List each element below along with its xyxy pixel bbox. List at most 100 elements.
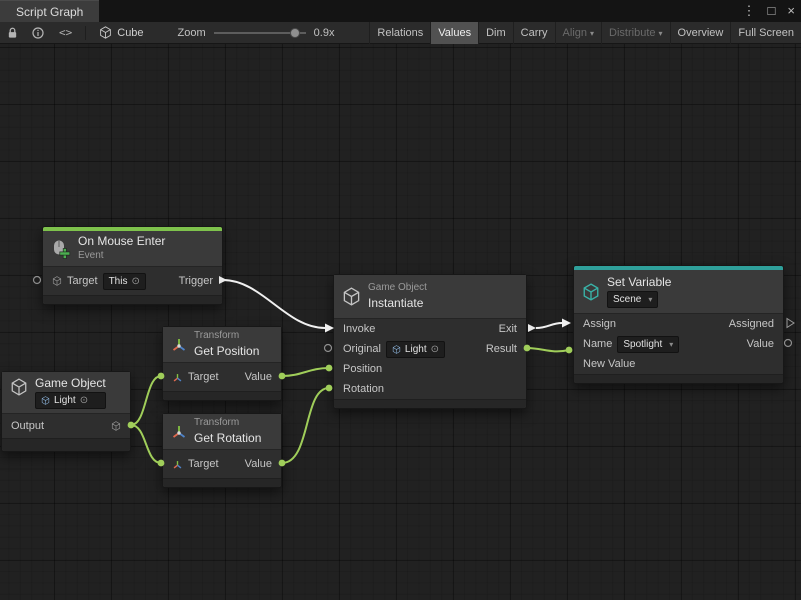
node-header: Transform Get Rotation (163, 414, 281, 450)
game-object-type-icon (392, 345, 401, 354)
node-header: Game Object Light ⊙ (2, 372, 130, 414)
zoom-slider[interactable] (214, 22, 306, 44)
window-controls: ⋮ □ × (743, 0, 795, 22)
target-port-label: Target (188, 371, 219, 383)
transform-type-icon (172, 372, 183, 383)
object-picker-icon[interactable]: ⊙ (131, 275, 139, 288)
target-port-label: Target (188, 458, 219, 470)
node-footer (2, 438, 130, 451)
chevron-down-icon: ▾ (590, 29, 594, 38)
node-category: Transform (194, 417, 261, 430)
node-set-variable[interactable]: Set Variable Scene ▾ Assign Assigned Nam… (573, 265, 784, 384)
node-title: Set Variable (607, 275, 671, 290)
chevron-down-icon: ▾ (648, 293, 652, 306)
port-row: Output (2, 414, 130, 438)
graph-canvas[interactable]: On Mouse Enter Event Target This ⊙ Trigg… (0, 44, 801, 600)
window-titlebar: Script Graph ⋮ □ × (0, 0, 801, 22)
node-footer (43, 295, 222, 304)
node-footer (163, 478, 281, 487)
node-get-position[interactable]: Transform Get Position Target Value (162, 326, 282, 401)
game-object-type-icon (111, 421, 121, 431)
object-value-field[interactable]: Light ⊙ (35, 392, 106, 409)
result-port-label: Result (486, 343, 517, 355)
maximize-icon[interactable]: □ (768, 0, 776, 22)
scope-dropdown[interactable]: Scene ▾ (607, 291, 658, 308)
distribute-label: Distribute (609, 27, 655, 39)
transform-type-icon (172, 459, 183, 470)
new-value-port-label: New Value (583, 358, 635, 370)
node-title: Instantiate (368, 296, 427, 311)
variable-icon (582, 283, 600, 301)
object-picker-icon[interactable]: ⊙ (80, 394, 88, 407)
node-title: Game Object (35, 376, 106, 391)
zoom-control: Zoom 0.9x (178, 22, 335, 44)
mouse-enter-icon (51, 239, 71, 259)
name-port-label: Name (583, 338, 612, 350)
zoom-label: Zoom (178, 27, 206, 39)
node-on-mouse-enter[interactable]: On Mouse Enter Event Target This ⊙ Trigg… (42, 226, 223, 305)
chevron-down-icon: ▾ (659, 29, 663, 38)
port-row: Name Spotlight ▾ Value (574, 334, 783, 354)
overview-button[interactable]: Overview (670, 22, 731, 44)
object-value: Light (54, 394, 76, 407)
port-row: Target This ⊙ Trigger (43, 267, 222, 295)
output-port-label: Output (11, 420, 44, 432)
lock-icon[interactable] (0, 22, 25, 44)
value-port-label: Value (747, 338, 774, 350)
dim-button[interactable]: Dim (478, 22, 513, 44)
node-category: Transform (194, 330, 259, 343)
node-instantiate[interactable]: Game Object Instantiate Invoke Exit Orig… (333, 274, 527, 409)
menu-icon[interactable]: ⋮ (743, 0, 756, 22)
node-footer (163, 391, 281, 400)
tab-title: Script Graph (16, 5, 83, 19)
values-button[interactable]: Values (430, 22, 478, 44)
node-subtitle: Event (78, 250, 165, 263)
tab-script-graph[interactable]: Script Graph (0, 0, 99, 22)
variable-name-dropdown[interactable]: Spotlight ▾ (617, 336, 679, 353)
transform-icon (171, 424, 187, 440)
port-row: Target Value (163, 450, 281, 478)
node-game-object-literal[interactable]: Game Object Light ⊙ Output (1, 371, 131, 452)
info-icon[interactable] (25, 22, 51, 44)
node-header: Transform Get Position (163, 327, 281, 363)
fullscreen-button[interactable]: Full Screen (730, 22, 801, 44)
close-icon[interactable]: × (787, 0, 795, 22)
zoom-slider-handle[interactable] (290, 28, 300, 38)
value-port-label: Value (245, 458, 272, 470)
cube-icon (99, 26, 112, 39)
target-port-label: Target (67, 275, 98, 287)
port-row: Original Light ⊙ Result (334, 339, 526, 359)
object-picker-icon[interactable]: ⊙ (431, 343, 439, 356)
target-value-field[interactable]: This ⊙ (103, 273, 146, 290)
original-value-field[interactable]: Light ⊙ (386, 341, 445, 358)
game-object-type-icon (41, 396, 50, 405)
scope-value: Scene (613, 293, 641, 306)
position-port-label: Position (343, 363, 382, 375)
node-title: Get Rotation (194, 431, 261, 446)
port-row: Position (334, 359, 526, 379)
code-view-icon[interactable]: <> (51, 26, 80, 39)
graph-name-label: Cube (117, 27, 143, 39)
rotation-port-label: Rotation (343, 383, 384, 395)
carry-button[interactable]: Carry (513, 22, 555, 44)
node-header: On Mouse Enter Event (43, 231, 222, 267)
align-button[interactable]: Align▾ (555, 22, 601, 44)
toolbar-buttons: Relations Values Dim Carry Align▾ Distri… (369, 22, 801, 44)
distribute-button[interactable]: Distribute ▾ (601, 22, 669, 44)
graph-name: Cube (91, 26, 151, 39)
cube-icon (10, 378, 28, 396)
exit-port-label: Exit (499, 323, 517, 335)
graph-toolbar: <> Cube Zoom 0.9x Relations Values Dim C… (0, 22, 801, 44)
chevron-down-icon: ▾ (669, 338, 673, 351)
zoom-value: 0.9x (314, 27, 335, 39)
invoke-port-label: Invoke (343, 323, 375, 335)
port-row: Target Value (163, 363, 281, 391)
node-header: Set Variable Scene ▾ (574, 270, 783, 314)
cube-icon (342, 287, 361, 306)
node-get-rotation[interactable]: Transform Get Rotation Target Value (162, 413, 282, 488)
value-port-label: Value (245, 371, 272, 383)
node-header: Game Object Instantiate (334, 275, 526, 319)
relations-button[interactable]: Relations (369, 22, 430, 44)
original-value: Light (405, 343, 427, 356)
port-row: Assign Assigned (574, 314, 783, 334)
